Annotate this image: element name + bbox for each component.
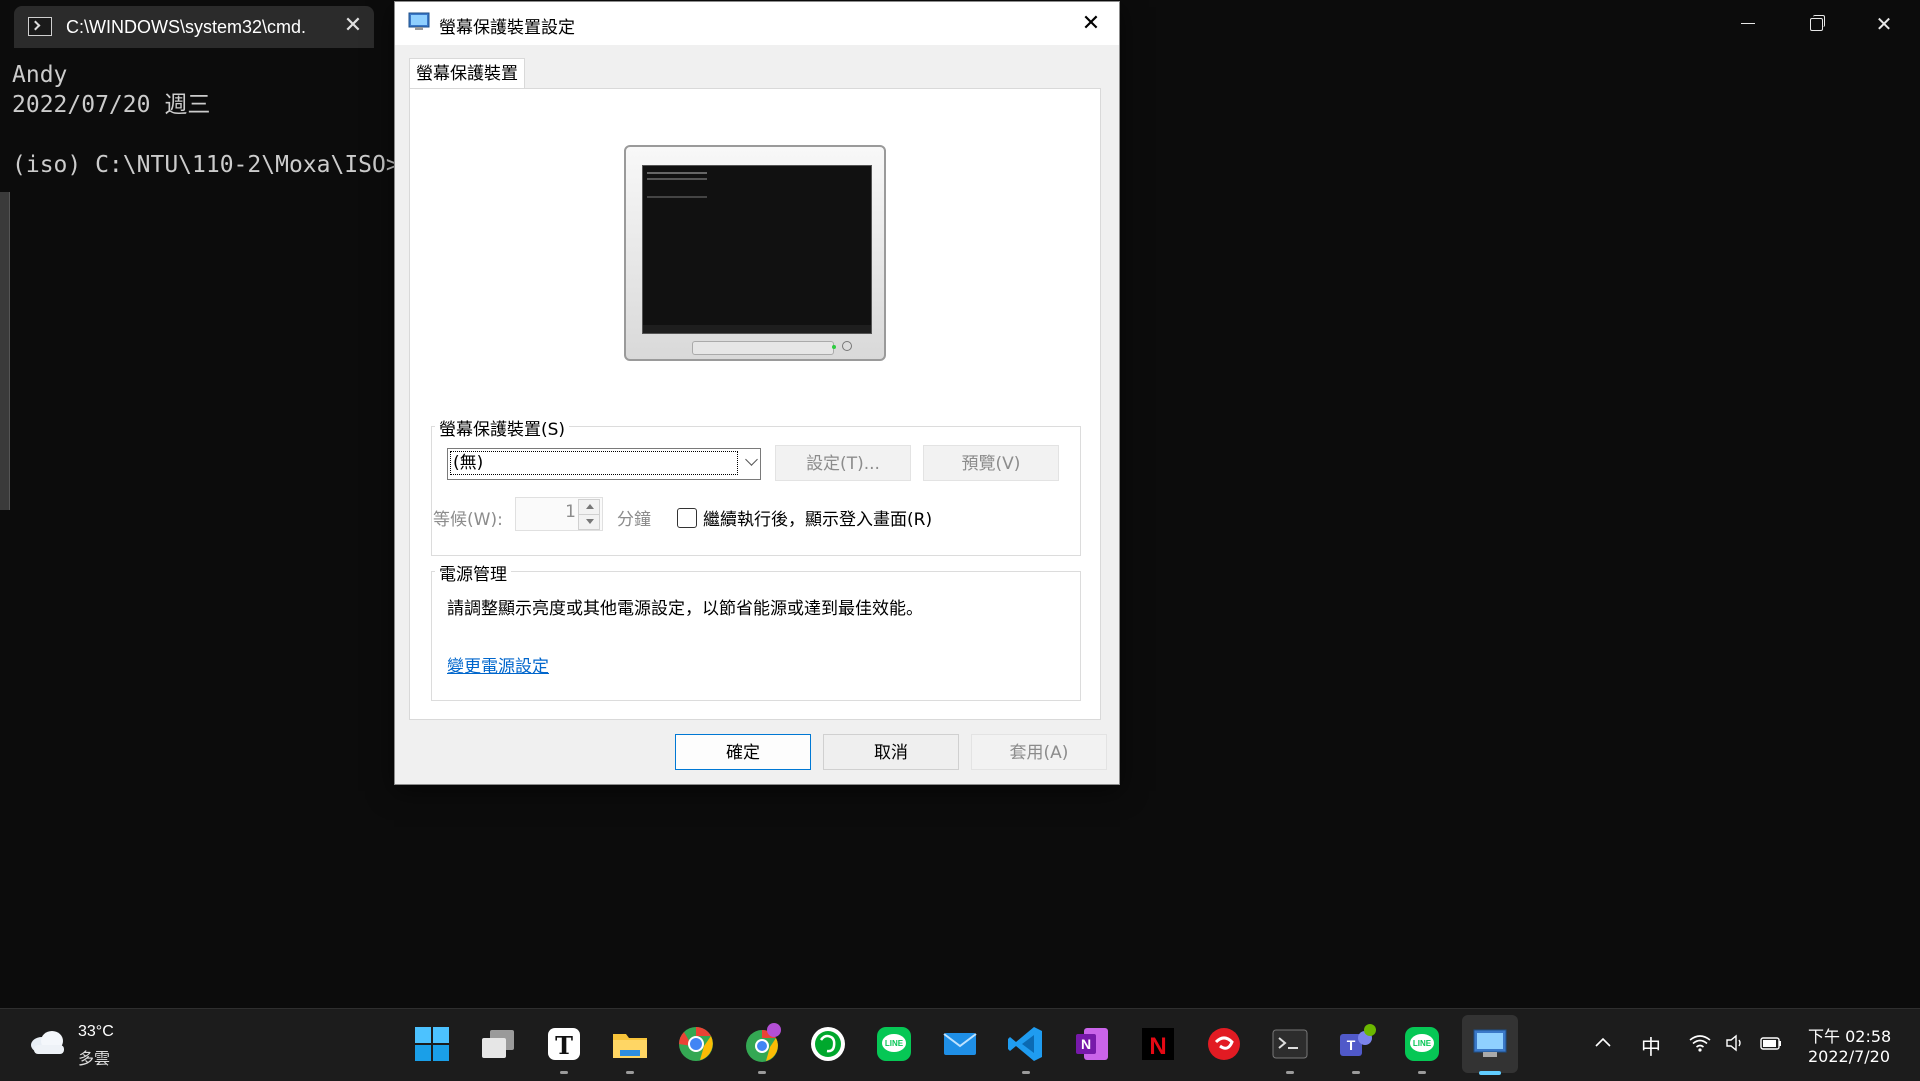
maximize-button[interactable] bbox=[1788, 6, 1844, 42]
svg-text:N: N bbox=[1081, 1036, 1091, 1052]
minimize-button[interactable] bbox=[1720, 6, 1776, 42]
terminal-output[interactable]: Andy 2022/07/20 週三 (iso) C:\NTU\110-2\Mox… bbox=[12, 60, 400, 180]
dialog-titlebar[interactable]: 螢幕保護裝置設定 ✕ bbox=[395, 2, 1119, 45]
power-led-icon bbox=[832, 345, 836, 349]
chrome-profile-icon[interactable] bbox=[740, 1022, 784, 1066]
stepper-down-icon[interactable] bbox=[578, 514, 600, 530]
monitor-screen bbox=[642, 165, 872, 334]
resume-logon-label[interactable]: 繼續執行後，顯示登入畫面(R) bbox=[703, 505, 932, 530]
line-icon[interactable]: LINE bbox=[872, 1022, 916, 1066]
teams-icon[interactable]: T bbox=[1334, 1022, 1378, 1066]
screensaver-select[interactable]: (無) bbox=[447, 448, 761, 480]
svg-text:T: T bbox=[1347, 1037, 1356, 1053]
tab-close-icon[interactable]: ✕ bbox=[342, 15, 364, 37]
battery-charging-icon[interactable] bbox=[1758, 1033, 1784, 1053]
wifi-icon[interactable] bbox=[1688, 1033, 1712, 1053]
ime-indicator[interactable]: 中 bbox=[1641, 1031, 1661, 1060]
screensaver-settings-icon[interactable] bbox=[1468, 1022, 1512, 1066]
monitor-bezel bbox=[624, 145, 886, 361]
display-settings-icon bbox=[408, 12, 430, 30]
svg-text:LINE: LINE bbox=[1413, 1039, 1432, 1048]
svg-text:N: N bbox=[1149, 1033, 1166, 1060]
resume-logon-checkbox[interactable] bbox=[677, 508, 697, 528]
evernote-icon[interactable] bbox=[806, 1022, 850, 1066]
active-indicator bbox=[1479, 1071, 1501, 1075]
running-indicator bbox=[560, 1071, 568, 1074]
preview-taskbar bbox=[643, 325, 871, 333]
chevron-down-icon bbox=[745, 453, 758, 466]
terminal-scrollbar[interactable] bbox=[0, 192, 10, 510]
screensaver-dialog: 螢幕保護裝置設定 ✕ 螢幕保護裝置 螢幕保護裝置(S) (無) 設定(T)...… bbox=[394, 1, 1120, 785]
show-hidden-icons-icon[interactable] bbox=[1594, 1035, 1612, 1049]
task-view-icon[interactable] bbox=[476, 1022, 520, 1066]
terminal-line: 2022/07/20 週三 bbox=[12, 92, 211, 118]
chrome-icon[interactable] bbox=[674, 1022, 718, 1066]
apply-button[interactable]: 套用(A) bbox=[971, 734, 1107, 770]
wait-minutes-value: 1 bbox=[565, 502, 576, 522]
svg-text:T: T bbox=[555, 1031, 573, 1060]
garena-icon[interactable] bbox=[1202, 1022, 1246, 1066]
running-indicator bbox=[626, 1071, 634, 1074]
file-explorer-icon[interactable] bbox=[608, 1022, 652, 1066]
clock-time[interactable]: 下午 02:58 bbox=[1808, 1023, 1891, 1047]
preview-button[interactable]: 預覽(V) bbox=[923, 445, 1059, 481]
window-close-button[interactable]: ✕ bbox=[1856, 6, 1912, 42]
dialog-title: 螢幕保護裝置設定 bbox=[439, 18, 575, 38]
mail-icon[interactable] bbox=[938, 1022, 982, 1066]
terminal-app-icon[interactable] bbox=[1268, 1022, 1312, 1066]
weather-temperature[interactable]: 33°C bbox=[78, 1023, 114, 1041]
cloud-icon[interactable] bbox=[28, 1029, 68, 1055]
monitor-base bbox=[692, 341, 834, 355]
wait-minutes-stepper[interactable]: 1 bbox=[515, 497, 603, 531]
weather-description[interactable]: 多雲 bbox=[78, 1045, 110, 1069]
terminal-prompt: (iso) C:\NTU\110-2\Moxa\ISO> bbox=[12, 152, 400, 178]
monitor-preview bbox=[624, 145, 886, 361]
tab-screensaver[interactable]: 螢幕保護裝置 bbox=[409, 58, 525, 89]
change-power-settings-link[interactable]: 變更電源設定 bbox=[447, 652, 549, 677]
vscode-icon[interactable] bbox=[1004, 1022, 1048, 1066]
ok-button[interactable]: 確定 bbox=[675, 734, 811, 770]
stepper-up-icon[interactable] bbox=[578, 499, 600, 515]
settings-button[interactable]: 設定(T)... bbox=[775, 445, 911, 481]
taskbar: 33°C 多雲 T LINE N N T LINE 中 下午 02:58 202… bbox=[0, 1008, 1920, 1081]
onenote-icon[interactable]: N bbox=[1070, 1022, 1114, 1066]
dialog-close-button[interactable]: ✕ bbox=[1069, 6, 1113, 42]
power-knob-icon bbox=[842, 341, 852, 351]
wait-label: 等候(W): bbox=[433, 510, 503, 530]
running-indicator bbox=[1286, 1071, 1294, 1074]
power-description: 請調整顯示亮度或其他電源設定，以節省能源或達到最佳效能。 bbox=[447, 599, 923, 619]
cancel-button[interactable]: 取消 bbox=[823, 734, 959, 770]
line-icon-2[interactable]: LINE bbox=[1400, 1022, 1444, 1066]
windows-start-icon[interactable] bbox=[410, 1022, 454, 1066]
volume-icon[interactable] bbox=[1724, 1033, 1746, 1053]
running-indicator bbox=[1418, 1071, 1426, 1074]
running-indicator bbox=[1352, 1071, 1360, 1074]
running-indicator bbox=[758, 1071, 766, 1074]
typora-icon[interactable]: T bbox=[542, 1022, 586, 1066]
minutes-label: 分鐘 bbox=[617, 510, 651, 530]
screensaver-group-label: 螢幕保護裝置(S) bbox=[435, 415, 570, 440]
power-management-group bbox=[431, 571, 1081, 701]
netflix-icon[interactable]: N bbox=[1136, 1022, 1180, 1066]
screensaver-select-value: (無) bbox=[450, 451, 738, 475]
terminal-tab-title: C:\WINDOWS\system32\cmd. bbox=[66, 17, 307, 37]
cmd-icon bbox=[28, 17, 52, 36]
clock-date[interactable]: 2022/7/20 bbox=[1808, 1047, 1890, 1066]
power-group-label: 電源管理 bbox=[435, 560, 511, 585]
running-indicator bbox=[1022, 1071, 1030, 1074]
svg-text:LINE: LINE bbox=[885, 1039, 904, 1048]
preview-text bbox=[647, 172, 707, 174]
terminal-line: Andy bbox=[12, 62, 68, 88]
terminal-tab[interactable]: C:\WINDOWS\system32\cmd. ✕ bbox=[14, 6, 374, 48]
